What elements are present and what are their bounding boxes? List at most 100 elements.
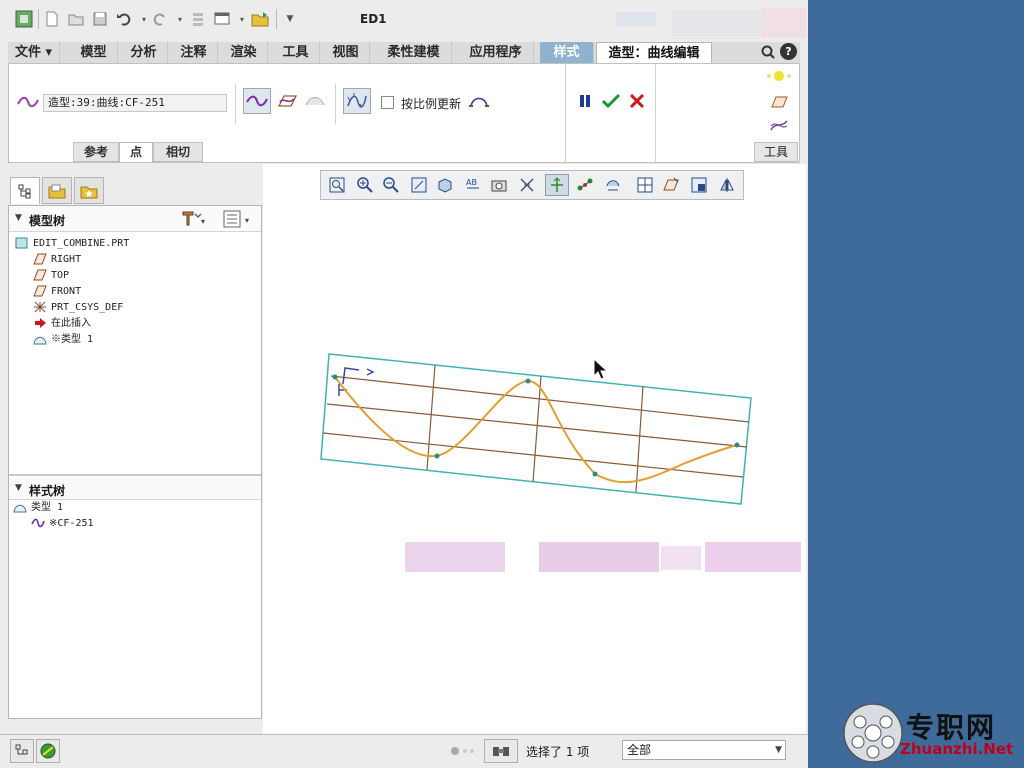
customize-icon[interactable]: ▼: [280, 9, 300, 29]
selection-filter-value: 全部: [627, 743, 652, 757]
redo-dropdown-icon[interactable]: ▾: [170, 9, 190, 29]
subtab-points[interactable]: 点: [119, 142, 153, 162]
find-icon[interactable]: [484, 739, 518, 763]
regenerate-icon[interactable]: [188, 9, 208, 29]
watermark-english-text: Zhuanzhi.Net: [900, 740, 1014, 758]
planar-curve-icon[interactable]: [273, 88, 301, 114]
orient-icon[interactable]: [687, 174, 711, 196]
cos-curve-icon[interactable]: [301, 88, 329, 114]
style-plane-frame: [320, 353, 752, 505]
curve-edit-canvas[interactable]: [263, 164, 806, 734]
datum-display-icon[interactable]: [515, 174, 539, 196]
tools-group-label[interactable]: 工具: [754, 142, 798, 162]
open-icon[interactable]: [66, 9, 86, 29]
plane-icon[interactable]: [659, 174, 683, 196]
search-icon[interactable]: [760, 44, 776, 63]
curve-icon: [17, 95, 39, 112]
folder-icon[interactable]: [250, 9, 270, 29]
surface-tool-icon[interactable]: [769, 94, 789, 113]
obscured-message-area: [405, 542, 805, 574]
tree-node-part[interactable]: EDIT_COMBINE.PRT: [15, 236, 129, 252]
grid-icon[interactable]: [633, 174, 657, 196]
chevron-down-icon[interactable]: ▼: [775, 741, 782, 759]
scale-update-checkbox[interactable]: [381, 96, 394, 109]
cancel-x-icon[interactable]: [623, 88, 651, 114]
zoom-out-icon[interactable]: [379, 174, 403, 196]
display-style-icon[interactable]: [433, 174, 457, 196]
ok-check-icon[interactable]: [597, 88, 625, 114]
lightbulb-icon[interactable]: [765, 70, 793, 85]
zoom-in-icon[interactable]: [353, 174, 377, 196]
creo-application-window: ▾ ▾ ▾ ▼ ED1 文件 ▾ 模型 分析 注释 渲染 工具 视图 柔性建模 …: [0, 0, 808, 768]
repaint-icon[interactable]: [407, 174, 431, 196]
folder-browser-tab-icon[interactable]: [42, 177, 72, 204]
tab-render[interactable]: 渲染: [220, 42, 268, 64]
tab-flexible-modeling[interactable]: 柔性建模: [376, 42, 452, 64]
soccer-ball-logo-icon: [843, 703, 903, 763]
window-dropdown-icon[interactable]: ▾: [232, 9, 252, 29]
tree-settings-icon[interactable]: ▾: [181, 210, 207, 231]
tab-annotate[interactable]: 注释: [170, 42, 218, 64]
obscured-title-area: [612, 6, 808, 46]
saved-views-icon[interactable]: AB: [461, 174, 485, 196]
tab-style[interactable]: 样式: [540, 42, 594, 64]
tree-node-insert-here[interactable]: 在此插入: [33, 316, 91, 332]
annotation-display-icon[interactable]: [601, 174, 625, 196]
favorites-tab-icon[interactable]: [74, 177, 104, 204]
subtab-tangency[interactable]: 相切: [153, 142, 203, 162]
tab-view[interactable]: 视图: [322, 42, 370, 64]
model-tree-tab-icon[interactable]: [10, 177, 40, 204]
tab-analysis[interactable]: 分析: [120, 42, 168, 64]
curve-network-icon[interactable]: [769, 118, 789, 137]
view-manager-icon[interactable]: [487, 174, 511, 196]
redo-icon[interactable]: [150, 9, 170, 29]
curve-reference-field[interactable]: 造型:39:曲线:CF-251: [43, 94, 227, 112]
tab-file[interactable]: 文件 ▾: [8, 42, 60, 64]
tree-node-style-feature[interactable]: ※类型 1: [33, 332, 93, 348]
subtab-references[interactable]: 参考: [73, 142, 119, 162]
tab-applications[interactable]: 应用程序: [458, 42, 534, 64]
spin-center-icon[interactable]: [545, 174, 569, 196]
tree-node-csys[interactable]: PRT_CSYS_DEF: [33, 300, 123, 316]
style-tree-node-type[interactable]: 类型 1: [13, 500, 63, 516]
curvature-plot-icon[interactable]: [343, 88, 371, 114]
panel-splitter[interactable]: [9, 474, 261, 476]
style-tree-node-curve[interactable]: ※CF-251: [31, 516, 94, 532]
window-icon[interactable]: [212, 9, 232, 29]
progress-dots-icon: [450, 745, 478, 760]
refit-icon[interactable]: [325, 174, 349, 196]
selection-filter-dropdown[interactable]: 全部 ▼: [622, 740, 786, 760]
toggle-browser-icon[interactable]: [36, 739, 60, 763]
curve-options-icon[interactable]: [465, 88, 493, 114]
tab-tools[interactable]: 工具: [272, 42, 320, 64]
tab-style-curve-edit[interactable]: 造型：曲线编辑: [596, 42, 712, 64]
tree-node-right[interactable]: RIGHT: [33, 252, 81, 268]
flip-icon[interactable]: [715, 174, 739, 196]
navigator-tabs: [8, 177, 262, 205]
datum-plane-icon: [33, 269, 47, 281]
collapse-triangle-icon[interactable]: ▼: [15, 213, 22, 223]
app-icon[interactable]: [14, 9, 34, 29]
help-icon[interactable]: ?: [780, 43, 797, 60]
collapse-triangle-icon[interactable]: ▼: [15, 483, 22, 493]
quick-access-toolbar: ▾ ▾ ▾ ▼ ED1: [0, 0, 808, 40]
tree-node-top[interactable]: TOP: [33, 268, 69, 284]
new-icon[interactable]: [42, 9, 62, 29]
part-icon: [15, 237, 29, 249]
style-feature-icon: [33, 333, 47, 345]
tree-node-front[interactable]: FRONT: [33, 284, 81, 300]
style-tree-header: ▼ 样式树: [9, 478, 261, 500]
save-icon[interactable]: [90, 9, 110, 29]
svg-text:▾: ▾: [201, 217, 205, 226]
toggle-navigator-icon[interactable]: [10, 739, 34, 763]
show-columns-icon[interactable]: ▾: [223, 210, 255, 231]
style-tree-title: 样式树: [29, 484, 66, 498]
style-feature-icon: [13, 501, 27, 513]
graphics-window[interactable]: [263, 164, 806, 734]
pause-icon[interactable]: [571, 88, 599, 114]
free-curve-icon[interactable]: [243, 88, 271, 114]
undo-icon[interactable]: [114, 9, 134, 29]
ribbon-tab-bar: 文件 ▾ 模型 分析 注释 渲染 工具 视图 柔性建模 应用程序 样式 造型：曲…: [8, 42, 800, 64]
point-display-icon[interactable]: [573, 174, 597, 196]
tab-model[interactable]: 模型: [70, 42, 118, 64]
